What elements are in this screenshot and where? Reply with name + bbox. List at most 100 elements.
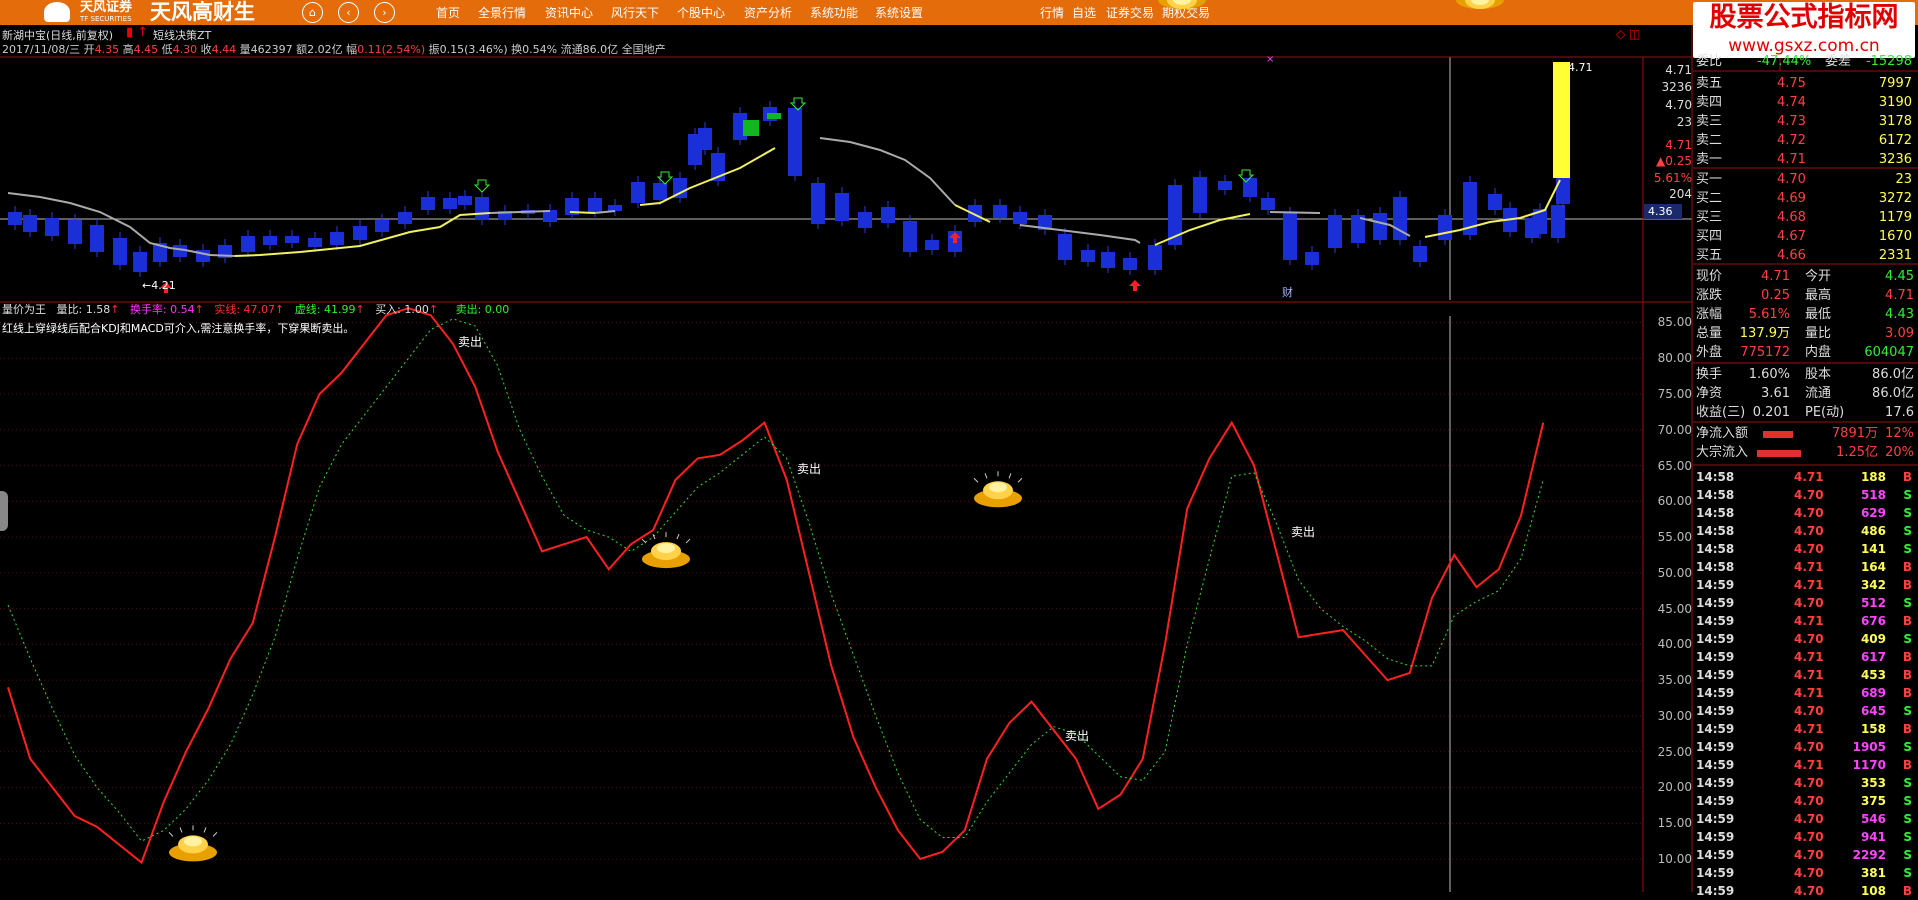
tick-row[interactable]: 14:59 4.70 512 S — [1693, 594, 1918, 612]
tick-side: S — [1903, 488, 1912, 502]
tick-time: 14:59 — [1696, 776, 1735, 790]
ask-row[interactable]: 卖四 4.74 3190 — [1693, 94, 1918, 112]
flow-bar — [1763, 431, 1793, 438]
tick-time: 14:59 — [1696, 884, 1735, 898]
window-controls-icon[interactable]: ◇ ◫ — [1616, 28, 1640, 41]
bid-row[interactable]: 买二 4.69 3272 — [1693, 190, 1918, 208]
y-tick-label: 70.00 — [1657, 422, 1692, 437]
tick-row[interactable]: 14:59 4.70 1905 S — [1693, 738, 1918, 756]
tick-row[interactable]: 14:59 4.71 676 B — [1693, 612, 1918, 630]
candle-body — [1081, 250, 1095, 262]
candle-body — [631, 182, 645, 203]
stat-value-2: 3.09 — [1885, 326, 1914, 341]
tick-time: 14:59 — [1696, 722, 1735, 736]
candle-body — [993, 205, 1007, 218]
candle-body — [458, 196, 472, 205]
candle-body — [1556, 174, 1570, 204]
tick-row[interactable]: 14:58 4.70 141 S — [1693, 540, 1918, 558]
y-tick-label: 25.00 — [1657, 744, 1692, 759]
candle-body — [1218, 181, 1232, 190]
tick-volume: 2292 — [1852, 848, 1886, 862]
bid-row[interactable]: 买四 4.67 1670 — [1693, 228, 1918, 246]
tick-side: B — [1902, 614, 1912, 628]
tick-volume: 629 — [1860, 506, 1886, 520]
tick-row[interactable]: 14:59 4.70 375 S — [1693, 792, 1918, 810]
legend-volume-ratio: 量比: 1.58 — [56, 303, 111, 316]
bid-row[interactable]: 买三 4.68 1179 — [1693, 209, 1918, 227]
legend-turnover: 换手率: 0.54 — [129, 303, 195, 316]
amp-value: 0.15(3.46%) — [439, 43, 508, 56]
tick-row[interactable]: 14:59 4.70 108 B — [1693, 882, 1918, 900]
cai-marker[interactable]: 财 — [1282, 286, 1293, 299]
tick-row[interactable]: 14:58 4.70 518 S — [1693, 486, 1918, 504]
tick-row[interactable]: 14:59 4.70 381 S — [1693, 864, 1918, 882]
tick-price: 4.71 — [1794, 686, 1824, 700]
tick-time: 14:59 — [1696, 614, 1735, 628]
tick-price: 4.70 — [1794, 884, 1824, 898]
tick-volume: 141 — [1860, 542, 1886, 556]
bid-label: 买一 — [1696, 172, 1723, 187]
y-tick-label: 60.00 — [1657, 494, 1692, 509]
tick-row[interactable]: 14:58 4.70 629 S — [1693, 504, 1918, 522]
stat-value: 775172 — [1740, 345, 1790, 360]
tick-row[interactable]: 14:59 4.70 941 S — [1693, 828, 1918, 846]
y-tick-label: 45.00 — [1657, 601, 1692, 616]
candle-body — [1261, 198, 1275, 210]
bid-price: 4.66 — [1777, 248, 1806, 263]
tick-row[interactable]: 14:59 4.70 353 S — [1693, 774, 1918, 792]
chg-value: 0.11(2.54%) — [357, 43, 426, 56]
ask-price: 4.73 — [1777, 114, 1806, 129]
tick-row[interactable]: 14:59 4.70 645 S — [1693, 702, 1918, 720]
tick-row[interactable]: 14:58 4.70 486 S — [1693, 522, 1918, 540]
chart-canvas[interactable] — [0, 0, 1918, 892]
tick-row[interactable]: 14:59 4.71 342 B — [1693, 576, 1918, 594]
tick-row[interactable]: 14:59 4.71 158 B — [1693, 720, 1918, 738]
tick-row[interactable]: 14:59 4.70 546 S — [1693, 810, 1918, 828]
ask-label: 卖五 — [1696, 76, 1723, 91]
stat-label: 收益(三) — [1696, 405, 1746, 420]
side-collapse-handle[interactable] — [0, 491, 8, 531]
candle-body — [788, 108, 802, 176]
buy-ingot-icon — [1456, 0, 1504, 9]
stat-row: 换手 1.60% 股本 86.0亿 — [1693, 366, 1918, 384]
tick-volume: 941 — [1860, 830, 1886, 844]
tick-time: 14:58 — [1696, 470, 1735, 484]
flow-pct: 12% — [1885, 426, 1914, 441]
tick-volume: 645 — [1860, 704, 1886, 718]
bid-row[interactable]: 买一 4.70 23 — [1693, 171, 1918, 189]
tick-row[interactable]: 14:58 4.71 164 B — [1693, 558, 1918, 576]
tick-row[interactable]: 14:59 4.70 409 S — [1693, 630, 1918, 648]
tick-row[interactable]: 14:59 4.71 689 B — [1693, 684, 1918, 702]
high-marker: 4.71 — [1568, 61, 1593, 74]
ask-row[interactable]: 卖五 4.75 7997 — [1693, 75, 1918, 93]
bid-row[interactable]: 买五 4.66 2331 — [1693, 247, 1918, 265]
candle-body — [241, 236, 255, 252]
tick-price: 4.71 — [1794, 650, 1824, 664]
tick-row[interactable]: 14:59 4.70 2292 S — [1693, 846, 1918, 864]
indicator-name[interactable]: 短线决策ZT — [153, 29, 211, 42]
tick-time: 14:58 — [1696, 524, 1735, 538]
tick-price: 4.71 — [1794, 560, 1824, 574]
tick-volume: 1170 — [1852, 758, 1886, 772]
tick-side: S — [1903, 794, 1912, 808]
vol-label: 量 — [239, 43, 251, 56]
tick-row[interactable]: 14:59 4.71 453 B — [1693, 666, 1918, 684]
dashed-line-series — [7, 318, 1544, 842]
stat-row: 总量 137.9万 量比 3.09 — [1693, 325, 1918, 343]
tick-side: S — [1903, 776, 1912, 790]
flag-icon[interactable]: ▮ ↑ — [126, 26, 148, 39]
ask-row[interactable]: 卖一 4.71 3236 — [1693, 151, 1918, 169]
tick-side: S — [1903, 632, 1912, 646]
flow-value: 1.25亿 — [1836, 445, 1878, 460]
y-tick-label: 10.00 — [1657, 852, 1692, 866]
candle-body — [263, 236, 277, 245]
ask-row[interactable]: 卖二 4.72 6172 — [1693, 132, 1918, 150]
tick-row[interactable]: 14:59 4.71 617 B — [1693, 648, 1918, 666]
tick-row[interactable]: 14:58 4.71 188 B — [1693, 468, 1918, 486]
y-tick-label: 35.00 — [1657, 673, 1692, 688]
ask-row[interactable]: 卖三 4.73 3178 — [1693, 113, 1918, 131]
bid-volume: 1670 — [1878, 229, 1912, 244]
candle-body-green — [743, 120, 759, 136]
candle-body — [8, 212, 22, 225]
tick-row[interactable]: 14:59 4.71 1170 B — [1693, 756, 1918, 774]
